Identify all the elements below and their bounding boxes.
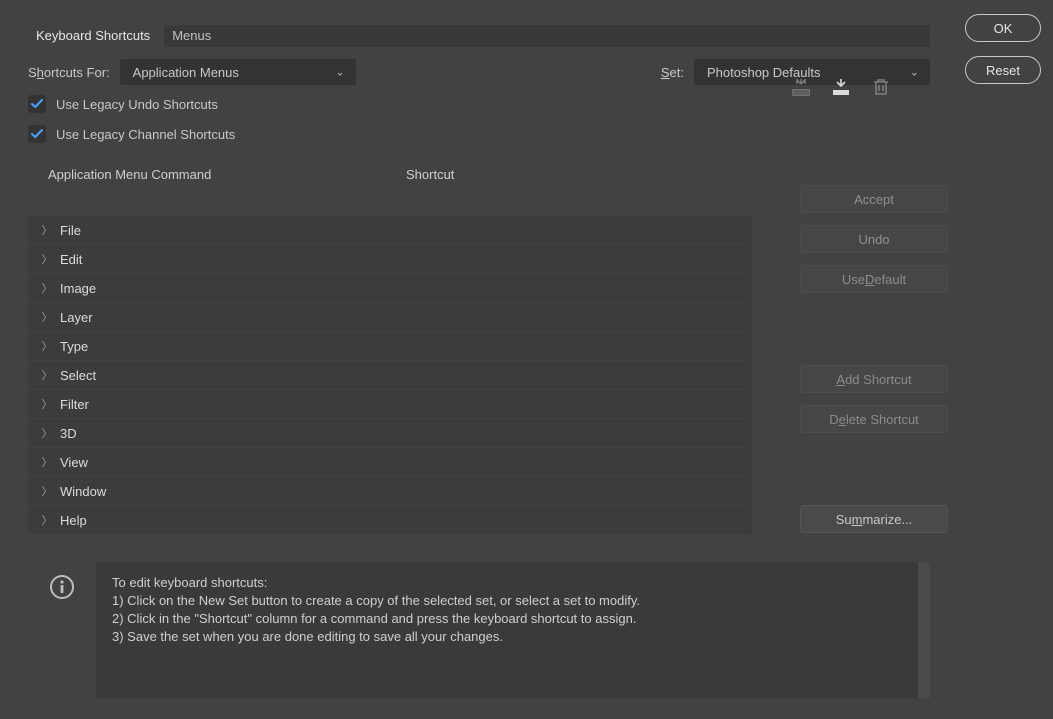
table-row[interactable]: 〉 Type [28, 332, 744, 361]
menu-item-label: Image [60, 281, 96, 296]
table-row[interactable]: 〉 Window [28, 477, 744, 506]
chevron-right-icon: 〉 [40, 483, 54, 499]
tab-filler [225, 25, 930, 47]
accept-button[interactable]: Accept [800, 185, 948, 213]
legacy-undo-label: Use Legacy Undo Shortcuts [56, 97, 218, 112]
delete-set-icon[interactable] [870, 76, 892, 98]
legacy-channel-checkbox-row[interactable]: Use Legacy Channel Shortcuts [28, 125, 930, 143]
table-row[interactable]: 〉 View [28, 448, 744, 477]
command-table: 〉 File 〉 Edit 〉 Image 〉 Layer 〉 Type 〉 Select 〉 Filte… [28, 216, 744, 535]
reset-button[interactable]: Reset [965, 56, 1041, 84]
chevron-right-icon: 〉 [40, 425, 54, 441]
checkbox-checked-icon [28, 125, 46, 143]
info-line: 2) Click in the "Shortcut" column for a … [112, 610, 914, 628]
checkbox-checked-icon [28, 95, 46, 113]
table-header: Application Menu Command Shortcut [28, 167, 930, 182]
table-row[interactable]: 〉 Image [28, 274, 744, 303]
chevron-right-icon: 〉 [40, 454, 54, 470]
table-row[interactable]: 〉 Edit [28, 245, 744, 274]
chevron-down-icon: ⌄ [335, 66, 344, 79]
menu-item-label: File [60, 223, 81, 238]
menu-item-label: Window [60, 484, 106, 499]
shortcuts-for-select[interactable]: Application Menus ⌄ [120, 59, 356, 85]
add-shortcut-button[interactable]: Add Shortcut [800, 365, 948, 393]
new-set-icon[interactable] [830, 76, 852, 98]
menu-item-label: Type [60, 339, 88, 354]
menu-item-label: Edit [60, 252, 82, 267]
ok-button[interactable]: OK [965, 14, 1041, 42]
table-row[interactable]: 〉 File [28, 216, 744, 245]
tab-keyboard-shortcuts[interactable]: Keyboard Shortcuts [28, 25, 164, 47]
column-shortcut: Shortcut [406, 167, 454, 182]
summarize-button[interactable]: Summarize... [800, 505, 948, 533]
table-row[interactable]: 〉 Filter [28, 390, 744, 419]
menu-item-label: 3D [60, 426, 77, 441]
tab-menus[interactable]: Menus [164, 25, 225, 47]
tab-bar: Keyboard Shortcuts Menus [28, 25, 930, 47]
table-row[interactable]: 〉 Layer [28, 303, 744, 332]
table-row[interactable]: 〉 Help [28, 506, 744, 535]
info-line: 3) Save the set when you are done editin… [112, 628, 914, 646]
info-line: To edit keyboard shortcuts: [112, 574, 914, 592]
use-default-button[interactable]: Use Default [800, 265, 948, 293]
menu-item-label: Filter [60, 397, 89, 412]
table-row[interactable]: 〉 3D [28, 419, 744, 448]
scrollbar[interactable] [918, 562, 930, 698]
chevron-right-icon: 〉 [40, 338, 54, 354]
chevron-right-icon: 〉 [40, 280, 54, 296]
info-icon [28, 562, 96, 698]
info-line: 1) Click on the New Set button to create… [112, 592, 914, 610]
menu-item-label: Select [60, 368, 96, 383]
undo-button[interactable]: Undo [800, 225, 948, 253]
column-command: Application Menu Command [48, 167, 406, 182]
chevron-right-icon: 〉 [40, 367, 54, 383]
chevron-right-icon: 〉 [40, 396, 54, 412]
menu-item-label: View [60, 455, 88, 470]
delete-shortcut-button[interactable]: Delete Shortcut [800, 405, 948, 433]
scrollbar[interactable] [744, 216, 752, 535]
info-panel: To edit keyboard shortcuts: 1) Click on … [96, 562, 930, 698]
chevron-right-icon: 〉 [40, 309, 54, 325]
shortcuts-for-label: Shortcuts For: [28, 65, 110, 80]
set-label: Set: [661, 65, 684, 80]
chevron-right-icon: 〉 [40, 251, 54, 267]
chevron-down-icon: ⌄ [910, 66, 919, 79]
shortcuts-for-value: Application Menus [133, 65, 239, 80]
legacy-channel-label: Use Legacy Channel Shortcuts [56, 127, 235, 142]
menu-item-label: Layer [60, 310, 93, 325]
chevron-right-icon: 〉 [40, 222, 54, 238]
table-row[interactable]: 〉 Select [28, 361, 744, 390]
chevron-right-icon: 〉 [40, 512, 54, 528]
save-set-icon[interactable] [790, 76, 812, 98]
menu-item-label: Help [60, 513, 87, 528]
